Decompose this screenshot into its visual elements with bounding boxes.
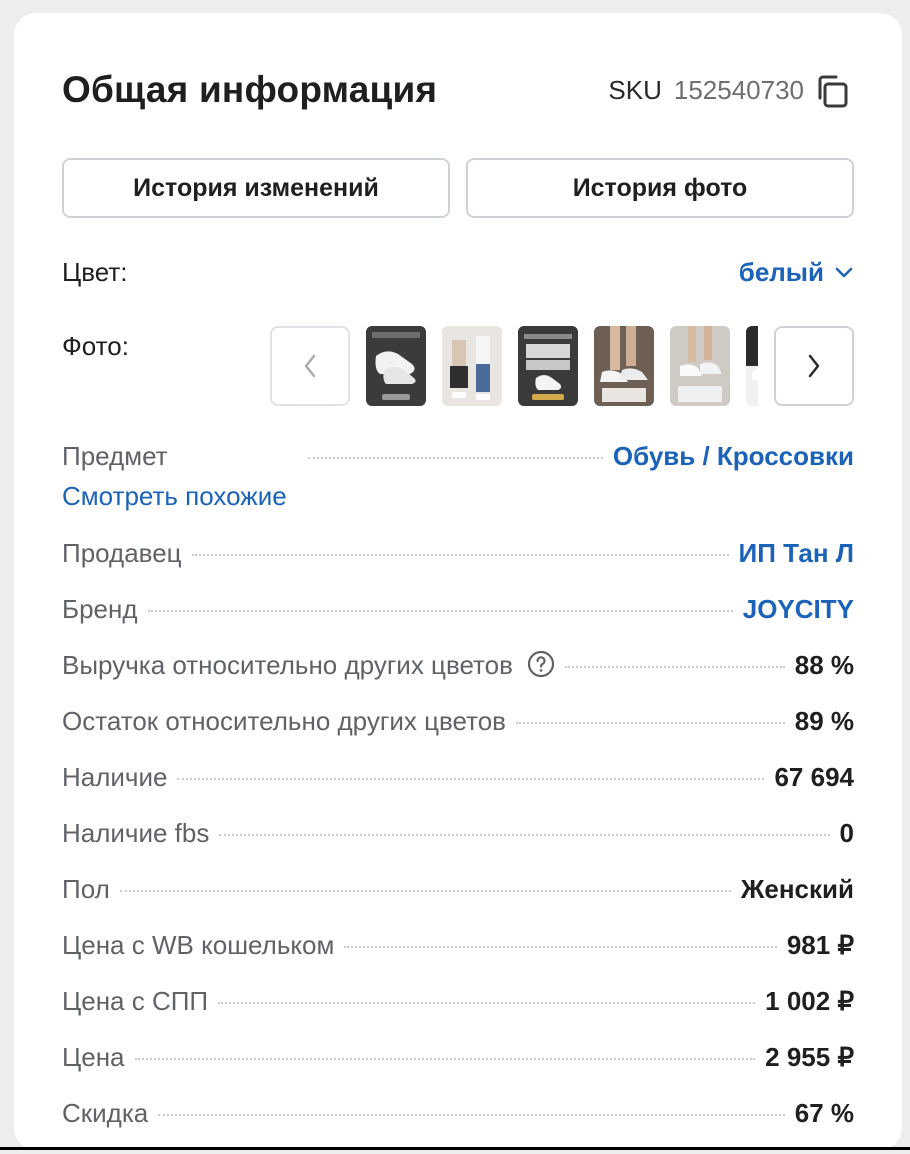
info-row-price: Цена 2 955 ₽ bbox=[62, 1042, 854, 1098]
dotted-leader bbox=[515, 722, 785, 724]
info-row-discount: Скидка 67 % bbox=[62, 1098, 854, 1154]
row-label: Скидка bbox=[62, 1098, 149, 1128]
question-circle-icon[interactable] bbox=[527, 650, 555, 678]
dotted-leader bbox=[158, 1114, 785, 1116]
chevron-right-icon bbox=[808, 354, 820, 378]
row-label: Бренд bbox=[62, 594, 138, 624]
row-label: Выручка относительно других цветов bbox=[62, 650, 555, 681]
photo-history-button[interactable]: История фото bbox=[466, 158, 854, 218]
info-row-availability: Наличие 67 694 bbox=[62, 762, 854, 818]
chevron-left-icon bbox=[304, 354, 316, 378]
row-label: Продавец bbox=[62, 538, 182, 568]
row-value: 1 002 ₽ bbox=[765, 986, 854, 1016]
history-changes-button[interactable]: История изменений bbox=[62, 158, 450, 218]
photo-thumb-2[interactable] bbox=[442, 326, 502, 406]
sku-block: SKU 152540730 bbox=[608, 75, 804, 106]
row-value: 0 bbox=[839, 818, 854, 848]
photo-thumb-3[interactable] bbox=[518, 326, 578, 406]
row-value: 981 ₽ bbox=[786, 930, 854, 960]
subject-row: Предмет Обувь / Кроссовки bbox=[62, 441, 854, 475]
photo-thumb-6[interactable] bbox=[746, 326, 758, 406]
subject-label: Предмет bbox=[62, 441, 168, 471]
info-row-brand: Бренд JOYCITY bbox=[62, 594, 854, 650]
photo-thumb-1[interactable] bbox=[366, 326, 426, 406]
seller-link[interactable]: ИП Тан Л bbox=[739, 538, 854, 569]
copy-icon[interactable] bbox=[812, 71, 852, 111]
dotted-leader bbox=[177, 778, 765, 780]
info-row-gender: Пол Женский bbox=[62, 874, 854, 930]
info-row-availability-fbs: Наличие fbs 0 bbox=[62, 818, 854, 874]
row-value: 67 % bbox=[794, 1098, 854, 1128]
row-value: 88 % bbox=[794, 650, 854, 680]
photo-label: Фото: bbox=[62, 331, 129, 361]
sku-label: SKU bbox=[608, 75, 662, 105]
row-label: Остаток относительно других цветов bbox=[62, 706, 506, 736]
info-row-price-wallet: Цена с WB кошельком 981 ₽ bbox=[62, 930, 854, 986]
row-label: Пол bbox=[62, 874, 110, 904]
brand-link[interactable]: JOYCITY bbox=[743, 594, 854, 625]
row-label: Наличие bbox=[62, 762, 168, 792]
dotted-leader bbox=[344, 946, 777, 948]
photo-next-button[interactable] bbox=[774, 326, 854, 406]
color-value: белый bbox=[738, 257, 824, 287]
row-label: Наличие fbs bbox=[62, 818, 210, 848]
photo-prev-button[interactable] bbox=[270, 326, 350, 406]
photo-thumb-5[interactable] bbox=[670, 326, 730, 406]
row-value: Женский bbox=[740, 874, 854, 904]
chevron-down-icon bbox=[835, 267, 853, 277]
info-row-stock-share: Остаток относительно других цветов 89 % bbox=[62, 706, 854, 762]
color-label: Цвет: bbox=[62, 257, 128, 287]
dotted-leader bbox=[119, 890, 731, 892]
row-label-text: Выручка относительно других цветов bbox=[62, 650, 513, 680]
dotted-leader bbox=[219, 834, 830, 836]
row-value: 2 955 ₽ bbox=[765, 1042, 854, 1072]
row-value: 67 694 bbox=[774, 762, 854, 792]
photo-thumb-4[interactable] bbox=[594, 326, 654, 406]
page-title: Общая информация bbox=[62, 69, 438, 110]
row-value: 89 % bbox=[794, 706, 854, 736]
info-row-revenue-share: Выручка относительно других цветов 88 % bbox=[62, 650, 854, 706]
dotted-leader bbox=[191, 554, 729, 556]
subject-value[interactable]: Обувь / Кроссовки bbox=[613, 441, 854, 472]
row-label: Цена с СПП bbox=[62, 986, 209, 1016]
dotted-leader bbox=[218, 1002, 756, 1004]
info-row-price-spp: Цена с СПП 1 002 ₽ bbox=[62, 986, 854, 1042]
view-similar-link[interactable]: Смотреть похожие bbox=[62, 481, 287, 512]
info-rows: Продавец ИП Тан Л Бренд JOYCITY Выручка … bbox=[62, 538, 854, 1154]
general-info-card: Общая информация SKU 152540730 История и… bbox=[14, 13, 902, 1150]
color-select[interactable]: белый bbox=[739, 257, 854, 288]
dotted-leader bbox=[147, 610, 733, 612]
sku-value: 152540730 bbox=[673, 75, 804, 105]
dotted-leader bbox=[134, 1058, 756, 1060]
row-label: Цена с WB кошельком bbox=[62, 930, 335, 960]
info-row-seller: Продавец ИП Тан Л bbox=[62, 538, 854, 594]
photo-strip bbox=[366, 326, 758, 406]
dotted-leader bbox=[564, 666, 785, 668]
dotted-leader bbox=[307, 457, 603, 459]
row-label: Цена bbox=[62, 1042, 125, 1072]
